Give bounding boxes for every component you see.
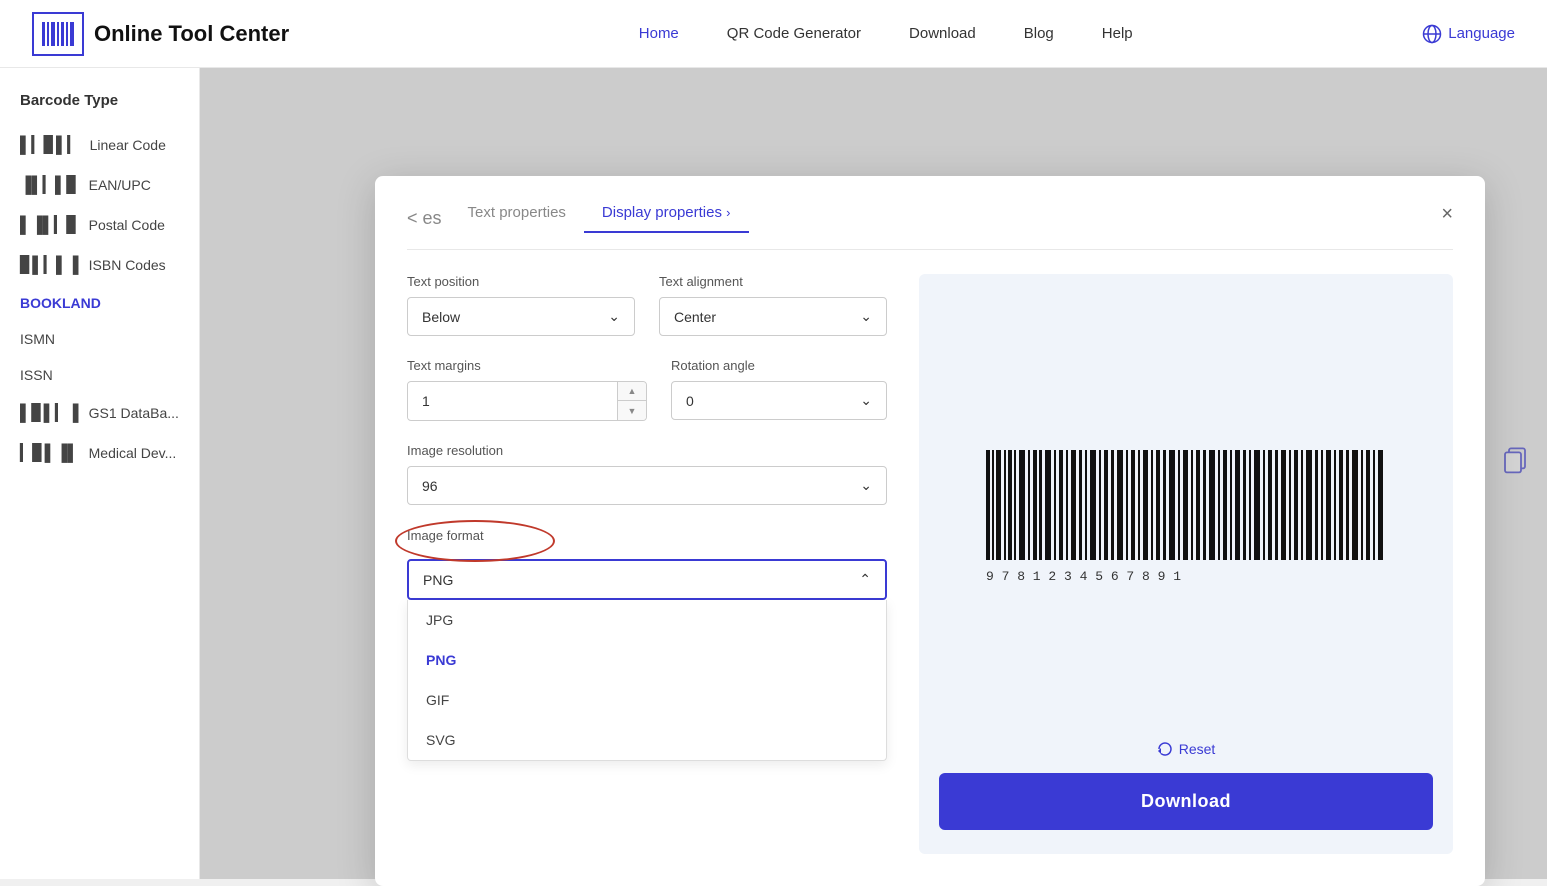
decrement-button[interactable]: ▼ — [618, 401, 646, 420]
increment-button[interactable]: ▲ — [618, 382, 646, 401]
nav-download[interactable]: Download — [909, 25, 976, 42]
sidebar-item-bookland[interactable]: BOOKLAND — [0, 285, 199, 321]
image-format-label: Image format — [407, 528, 484, 543]
barcode-icon: ▐▌▎▌▊ — [20, 175, 79, 195]
sidebar-item-medical[interactable]: ▎▊▌▐▌ Medical Dev... — [0, 433, 199, 473]
sidebar-item-isbn[interactable]: ▊▌▎▌▐ ISBN Codes — [0, 245, 199, 285]
svg-text:9 7 8 1 2 3 4 5 6 7: 9 7 8 1 2 3 4 5 6 7 8 9 1 — [986, 569, 1181, 584]
form-row-2: Text margins ▲ ▼ Rotation angle — [407, 358, 887, 421]
rotation-angle-group: Rotation angle 0 ⌄ — [671, 358, 887, 421]
rotation-angle-select[interactable]: 0 ⌄ — [671, 381, 887, 420]
navbar: Online Tool Center Home QR Code Generato… — [0, 0, 1547, 68]
chevron-down-icon: ⌄ — [860, 308, 872, 325]
image-resolution-group: Image resolution 96 ⌄ — [407, 443, 887, 505]
nav-links: Home QR Code Generator Download Blog Hel… — [349, 25, 1422, 42]
barcode-preview: 9 7 8 1 2 3 4 5 6 7 8 9 1 — [939, 298, 1433, 741]
text-margins-label: Text margins — [407, 358, 647, 373]
logo[interactable]: Online Tool Center — [32, 12, 289, 56]
image-format-label-wrapper: Image format — [407, 528, 484, 551]
text-margins-field[interactable] — [408, 383, 617, 419]
language-selector[interactable]: Language — [1422, 24, 1515, 44]
text-margins-group: Text margins ▲ ▼ — [407, 358, 647, 421]
chevron-down-icon: ⌄ — [860, 477, 872, 494]
text-alignment-group: Text alignment Center ⌄ — [659, 274, 887, 336]
nav-home[interactable]: Home — [639, 25, 679, 42]
close-button[interactable]: × — [1441, 204, 1453, 224]
format-dropdown: JPG PNG GIF SVG — [407, 600, 887, 761]
sidebar-item-gs1[interactable]: ▌▊▌▎▐ GS1 DataBa... — [0, 393, 199, 433]
format-option-jpg[interactable]: JPG — [408, 600, 886, 640]
text-margins-input: ▲ ▼ — [407, 381, 647, 421]
nav-qr[interactable]: QR Code Generator — [727, 25, 861, 42]
barcode-icon: ▊▌▎▌▐ — [20, 255, 79, 275]
sidebar-title: Barcode Type — [0, 92, 199, 125]
tab-display-properties[interactable]: Display properties › — [584, 204, 749, 233]
format-option-gif[interactable]: GIF — [408, 680, 886, 720]
sidebar-item-ean[interactable]: ▐▌▎▌▊ EAN/UPC — [0, 165, 199, 205]
image-format-select[interactable]: PNG ⌃ — [407, 559, 887, 600]
rotation-angle-label: Rotation angle — [671, 358, 887, 373]
sidebar-item-issn[interactable]: ISSN — [0, 357, 199, 393]
modal-dialog: < es Text properties Display properties … — [375, 176, 1485, 886]
stepper-arrows: ▲ ▼ — [617, 382, 646, 420]
format-option-svg[interactable]: SVG — [408, 720, 886, 760]
text-alignment-label: Text alignment — [659, 274, 887, 289]
logo-icon — [32, 12, 84, 56]
modal-header: < es Text properties Display properties … — [407, 204, 1453, 250]
barcode-preview-panel: 9 7 8 1 2 3 4 5 6 7 8 9 1 Reset Download — [919, 274, 1453, 854]
modal-body: Text position Below ⌄ Text alignment Cen… — [407, 274, 1453, 854]
tab-text-properties[interactable]: Text properties — [450, 204, 584, 233]
format-option-png[interactable]: PNG — [408, 640, 886, 680]
text-position-group: Text position Below ⌄ — [407, 274, 635, 336]
sidebar-item-linear[interactable]: ▌▎▊▌▎ Linear Code — [0, 125, 199, 165]
language-label: Language — [1448, 25, 1515, 42]
reset-icon — [1157, 741, 1173, 757]
barcode-icon: ▌▎▊▌▎ — [20, 135, 80, 155]
barcode-icon: ▎▊▌▐▌ — [20, 443, 79, 463]
barcode-icon: ▌▊▌▎▐ — [20, 403, 79, 423]
globe-icon — [1422, 24, 1442, 44]
sidebar-item-ismn[interactable]: ISMN — [0, 321, 199, 357]
prev-tab[interactable]: < es — [407, 208, 450, 229]
chevron-down-icon: ⌄ — [860, 392, 872, 409]
barcode-icon: ▌▐▌▎▊ — [20, 215, 79, 235]
text-alignment-select[interactable]: Center ⌄ — [659, 297, 887, 336]
text-position-label: Text position — [407, 274, 635, 289]
nav-help[interactable]: Help — [1102, 25, 1133, 42]
chevron-down-icon: ⌄ — [608, 308, 620, 325]
sidebar-item-postal[interactable]: ▌▐▌▎▊ Postal Code — [0, 205, 199, 245]
image-resolution-label: Image resolution — [407, 443, 887, 458]
image-resolution-select[interactable]: 96 ⌄ — [407, 466, 887, 505]
logo-text: Online Tool Center — [94, 21, 289, 47]
modal-form: Text position Below ⌄ Text alignment Cen… — [407, 274, 887, 854]
nav-blog[interactable]: Blog — [1024, 25, 1054, 42]
form-row-1: Text position Below ⌄ Text alignment Cen… — [407, 274, 887, 336]
reset-button[interactable]: Reset — [1157, 741, 1216, 757]
chevron-right-icon: › — [726, 205, 730, 220]
chevron-up-icon: ⌃ — [859, 571, 871, 588]
download-button[interactable]: Download — [939, 773, 1433, 830]
text-position-select[interactable]: Below ⌄ — [407, 297, 635, 336]
main-content: < es Text properties Display properties … — [200, 68, 1547, 879]
sidebar: Barcode Type ▌▎▊▌▎ Linear Code ▐▌▎▌▊ EAN… — [0, 68, 200, 879]
image-format-section: Image format PNG ⌃ JPG PNG — [407, 527, 887, 761]
barcode-image: 9 7 8 1 2 3 4 5 6 7 8 9 1 — [976, 430, 1396, 610]
page-body: Barcode Type ▌▎▊▌▎ Linear Code ▐▌▎▌▊ EAN… — [0, 68, 1547, 879]
